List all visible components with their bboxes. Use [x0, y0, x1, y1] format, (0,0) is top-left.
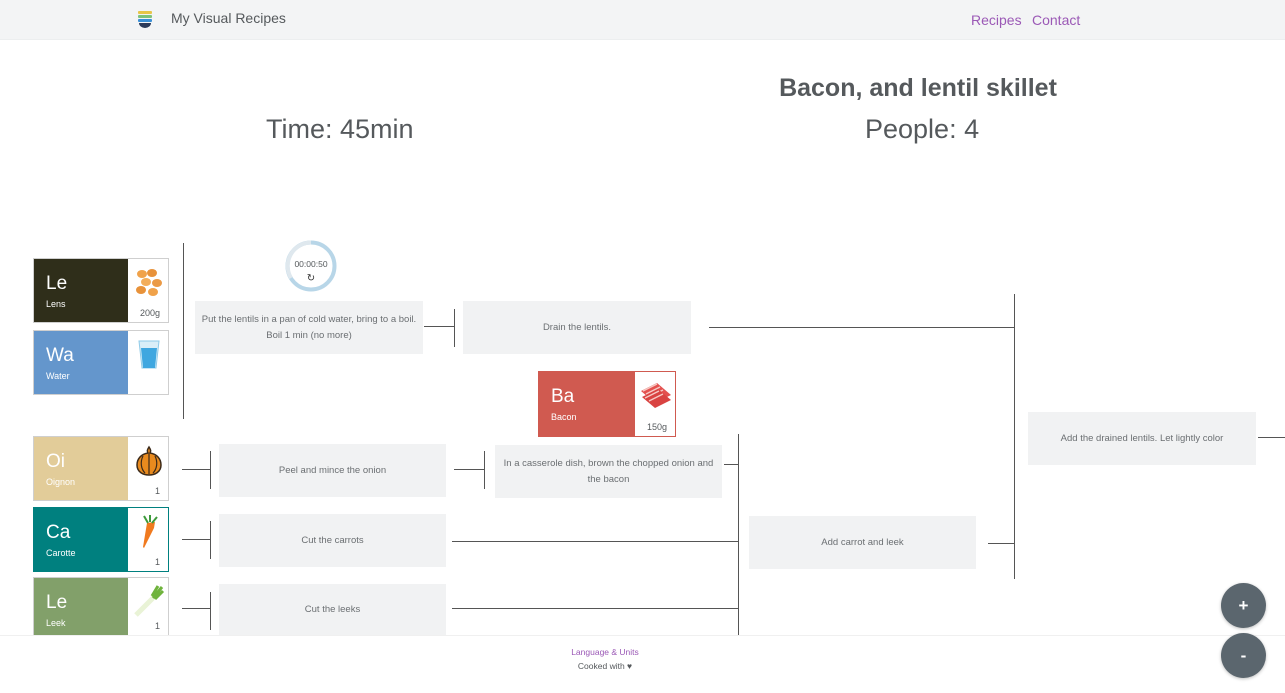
ingredient-carotte[interactable]: Ca Carotte 1	[33, 507, 169, 572]
step-drain-lentils[interactable]: Drain the lentils.	[463, 301, 691, 354]
ingredient-abbr: Le	[46, 592, 68, 613]
connector-line	[424, 326, 454, 327]
nav-contact-link[interactable]: Contact	[1032, 12, 1080, 28]
reset-icon[interactable]: ↻	[305, 273, 317, 284]
ingredient-name: Lens	[46, 299, 66, 309]
ingredient-water[interactable]: Wa Water	[33, 330, 169, 395]
water-glass-icon	[138, 340, 160, 369]
onion-icon	[136, 445, 162, 476]
connector-line	[1014, 294, 1015, 579]
connector-line	[210, 451, 211, 489]
ingredient-abbr: Oi	[46, 451, 65, 472]
connector-line	[210, 592, 211, 630]
recipe-title: Bacon, and lentil skillet	[779, 74, 1057, 102]
step-add-carrot-leek[interactable]: Add carrot and leek	[749, 516, 976, 569]
nav-recipes-link[interactable]: Recipes	[971, 12, 1022, 28]
ingredient-leek[interactable]: Le Leek 1	[33, 577, 169, 635]
footer: Language & Units Cooked with ♥	[0, 635, 1285, 693]
zoom-in-button[interactable]: +	[1221, 583, 1266, 628]
bacon-icon	[641, 383, 671, 408]
carrot-icon	[143, 515, 158, 548]
connector-line	[182, 608, 210, 609]
ingredient-name: Leek	[46, 618, 66, 628]
ingredient-name: Bacon	[551, 412, 577, 422]
step-brown-onion-bacon[interactable]: In a casserole dish, brown the chopped o…	[495, 445, 722, 498]
connector-line	[183, 243, 184, 419]
connector-line	[182, 469, 210, 470]
step-mince-onion[interactable]: Peel and mince the onion	[219, 444, 446, 497]
connector-line	[709, 327, 1014, 328]
zoom-out-button[interactable]: -	[1221, 633, 1266, 678]
cooked-with-text: Cooked with ♥	[577, 661, 633, 671]
step-add-lentils[interactable]: Add the drained lentils. Let lightly col…	[1028, 412, 1256, 465]
brand-title[interactable]: My Visual Recipes	[171, 10, 286, 26]
connector-line	[988, 543, 1014, 544]
step-boil-lentils[interactable]: Put the lentils in a pan of cold water, …	[195, 301, 423, 354]
recipe-people: People: 4	[865, 114, 980, 144]
connector-line	[210, 521, 211, 559]
ingredient-abbr: Ba	[551, 386, 575, 407]
connector-line	[452, 541, 738, 542]
step-cut-leeks[interactable]: Cut the leeks	[219, 584, 446, 635]
connector-line	[738, 434, 739, 635]
ingredient-oignon[interactable]: Oi Oignon 1	[33, 436, 169, 501]
top-navbar: My Visual Recipes Recipes Contact	[0, 0, 1285, 40]
step-cut-carrots[interactable]: Cut the carrots	[219, 514, 446, 567]
connector-line	[1258, 437, 1285, 438]
ingredient-name: Water	[46, 371, 70, 381]
ingredient-name: Oignon	[46, 477, 76, 487]
language-units-link[interactable]: Language & Units	[0, 647, 1210, 657]
ingredient-quantity: 150g	[646, 422, 667, 432]
connector-line	[484, 451, 485, 489]
connector-line	[452, 608, 738, 609]
ingredient-quantity: 1	[154, 557, 160, 567]
recipe-time: Time: 45min	[266, 114, 414, 144]
ingredient-quantity: 200g	[139, 308, 160, 318]
lentils-icon	[136, 269, 162, 296]
ingredient-bacon[interactable]: Ba Bacon 150g	[538, 371, 676, 437]
leek-icon	[134, 585, 165, 617]
ingredient-quantity: 1	[154, 621, 160, 631]
app-logo-icon[interactable]	[136, 10, 154, 28]
connector-line	[454, 309, 455, 347]
ingredient-quantity: 1	[154, 486, 160, 496]
ingredient-abbr: Le	[46, 273, 68, 294]
ingredient-abbr: Ca	[46, 522, 71, 543]
timer-display: 00:00:50	[294, 259, 328, 269]
connector-line	[182, 539, 210, 540]
ingredient-abbr: Wa	[46, 345, 74, 366]
ingredient-lens[interactable]: Le Lens 200g	[33, 258, 169, 323]
connector-line	[724, 464, 738, 465]
ingredient-name: Carotte	[46, 548, 76, 558]
connector-line	[454, 469, 484, 470]
